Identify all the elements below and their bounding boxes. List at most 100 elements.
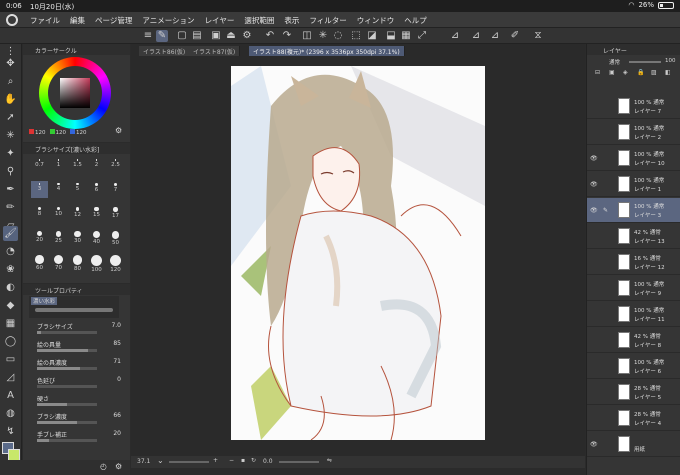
menu-item[interactable]: フィルター: [309, 15, 346, 26]
brush-size-cell[interactable]: 17: [107, 205, 124, 222]
pen-tool-icon[interactable]: ✐: [509, 30, 521, 42]
flip-icon[interactable]: ⧖: [532, 30, 544, 42]
document-tab[interactable]: イラスト87(仮): [189, 46, 241, 56]
document-tab[interactable]: イラスト86(仮): [139, 46, 191, 56]
layer-row[interactable]: 28 % 通常 レイヤー 4: [587, 406, 680, 431]
brush-size-cell[interactable]: 60: [31, 253, 48, 271]
eyedropper-tool-icon[interactable]: ⚲: [3, 164, 18, 179]
property-slider[interactable]: [37, 349, 97, 352]
property-value[interactable]: 0: [103, 376, 121, 383]
clear-icon[interactable]: ◫: [301, 30, 313, 42]
text-tool-icon[interactable]: A: [3, 388, 18, 403]
brush-size-cell[interactable]: 10: [50, 205, 67, 222]
zoom-tool-icon[interactable]: ⌕: [3, 74, 18, 89]
ruler-icon[interactable]: ⊿: [449, 30, 461, 42]
layer-visibility-icon[interactable]: 👁: [590, 207, 598, 214]
brush-size-cell[interactable]: 4: [50, 181, 67, 198]
zoom-minus-icon[interactable]: −: [229, 457, 234, 464]
layer-row[interactable]: 42 % 通常 レイヤー 13: [587, 224, 680, 249]
layer-row[interactable]: 100 % 通常 レイヤー 7: [587, 94, 680, 119]
operation-tool-icon[interactable]: ➚: [3, 110, 18, 125]
menu-item[interactable]: アニメーション: [142, 15, 194, 26]
perspective-icon[interactable]: ⊿: [470, 30, 482, 42]
open-file-icon[interactable]: ▤: [191, 30, 203, 42]
property-value[interactable]: 71: [103, 358, 121, 365]
pen-tool-icon[interactable]: ✒: [3, 182, 18, 197]
property-value[interactable]: 85: [103, 340, 121, 347]
menu-item[interactable]: 選択範囲: [244, 15, 274, 26]
layer-visibility-icon[interactable]: 👁: [590, 155, 598, 162]
gradient-tool-icon[interactable]: ▦: [3, 316, 18, 331]
frame-tool-icon[interactable]: ▭: [3, 352, 18, 367]
canvas-paper[interactable]: [231, 66, 485, 440]
brush-size-cell[interactable]: 20: [31, 229, 48, 246]
brush-size-cell[interactable]: 25: [50, 229, 67, 246]
figure-tool-icon[interactable]: ◯: [3, 334, 18, 349]
save-icon[interactable]: ▣: [210, 30, 222, 42]
layer-row[interactable]: 👁 用紙: [587, 432, 680, 457]
brush-size-cell[interactable]: 120: [107, 253, 124, 273]
selection-tool-icon[interactable]: ✳: [3, 128, 18, 143]
brush-size-cell[interactable]: 5: [69, 181, 86, 198]
brush-size-cell[interactable]: 8: [31, 205, 48, 222]
layer-row[interactable]: 100 % 通常 レイヤー 11: [587, 302, 680, 327]
property-value[interactable]: 66: [103, 412, 121, 419]
brush-size-cell[interactable]: 50: [107, 229, 124, 246]
menu-item[interactable]: 編集: [70, 15, 85, 26]
deselect-icon[interactable]: ⬚: [350, 30, 362, 42]
brush-size-cell[interactable]: 100: [88, 253, 105, 273]
layer-row[interactable]: 👁 100 % 通常 レイヤー 3 ✎: [587, 198, 680, 223]
fit-icon[interactable]: ▪: [241, 457, 245, 464]
zoom-slider[interactable]: [169, 461, 209, 463]
decoration-tool-icon[interactable]: ❀: [3, 262, 18, 277]
tool-settings-icon[interactable]: ⚙: [115, 462, 122, 471]
auto-select-tool-icon[interactable]: ✦: [3, 146, 18, 161]
brush-size-cell[interactable]: 15: [88, 205, 105, 222]
property-value[interactable]: 20: [103, 430, 121, 437]
property-slider[interactable]: [37, 439, 97, 442]
menu-item[interactable]: ウィンドウ: [357, 15, 395, 26]
layer-row[interactable]: 42 % 通常 レイヤー 8: [587, 328, 680, 353]
brush-size-cell[interactable]: 12: [69, 205, 86, 222]
rotate-icon[interactable]: ↻: [251, 457, 256, 464]
menu-item[interactable]: ファイル: [30, 15, 60, 26]
crop-icon[interactable]: ⬓: [385, 30, 397, 42]
layer-visibility-icon[interactable]: 👁: [590, 441, 598, 448]
brush-size-cell[interactable]: 40: [88, 229, 105, 246]
layer-row[interactable]: 28 % 通常 レイヤー 5: [587, 380, 680, 405]
redo-icon[interactable]: ↷: [281, 30, 293, 42]
property-slider[interactable]: [37, 421, 97, 424]
zoom-out-icon[interactable]: ⌄: [157, 456, 164, 465]
property-slider[interactable]: [37, 331, 97, 334]
menu-item[interactable]: ページ管理: [95, 15, 132, 26]
transform-icon[interactable]: ⤢: [416, 30, 428, 42]
brush-size-cell[interactable]: 6: [88, 181, 105, 198]
settings-icon[interactable]: ⚙: [241, 30, 253, 42]
color-settings-icon[interactable]: ⚙: [115, 126, 122, 135]
document-tab[interactable]: イラスト88(複元)* (2396 x 3536px 350dpi 37.1%): [249, 46, 405, 56]
rotation-slider[interactable]: [279, 461, 319, 463]
fill-selection-icon[interactable]: ▦: [400, 30, 412, 42]
layer-row[interactable]: 👁 100 % 通常 レイヤー 10: [587, 146, 680, 171]
snap-icon[interactable]: ⊿: [489, 30, 501, 42]
layer-lock-icon[interactable]: ⊟: [595, 69, 600, 76]
balloon-tool-icon[interactable]: ◍: [3, 406, 18, 421]
zoom-value[interactable]: 37.1: [137, 458, 150, 465]
blend-tool-icon[interactable]: ◐: [3, 280, 18, 295]
brush-size-cell[interactable]: 0.7: [31, 157, 48, 174]
layer-clip-icon[interactable]: ▣: [609, 69, 615, 76]
property-slider[interactable]: [37, 367, 97, 370]
new-file-icon[interactable]: ▢: [176, 30, 188, 42]
selection-icon[interactable]: ◌: [332, 30, 344, 42]
layer-ref-icon[interactable]: ◈: [623, 69, 628, 76]
brush-size-cell[interactable]: 30: [69, 229, 86, 246]
saturation-value-square[interactable]: [60, 78, 90, 108]
menu-item[interactable]: 表示: [284, 15, 299, 26]
timer-icon[interactable]: ◴: [100, 462, 107, 471]
layer-row[interactable]: 100 % 通常 レイヤー 6: [587, 354, 680, 379]
menu-item[interactable]: ヘルプ: [404, 15, 427, 26]
move-tool-icon[interactable]: ✥: [3, 56, 18, 71]
loading-icon[interactable]: ✳: [317, 30, 329, 42]
layer-row[interactable]: 16 % 通常 レイヤー 12: [587, 250, 680, 275]
layer-opacity-value[interactable]: 100: [665, 58, 676, 64]
